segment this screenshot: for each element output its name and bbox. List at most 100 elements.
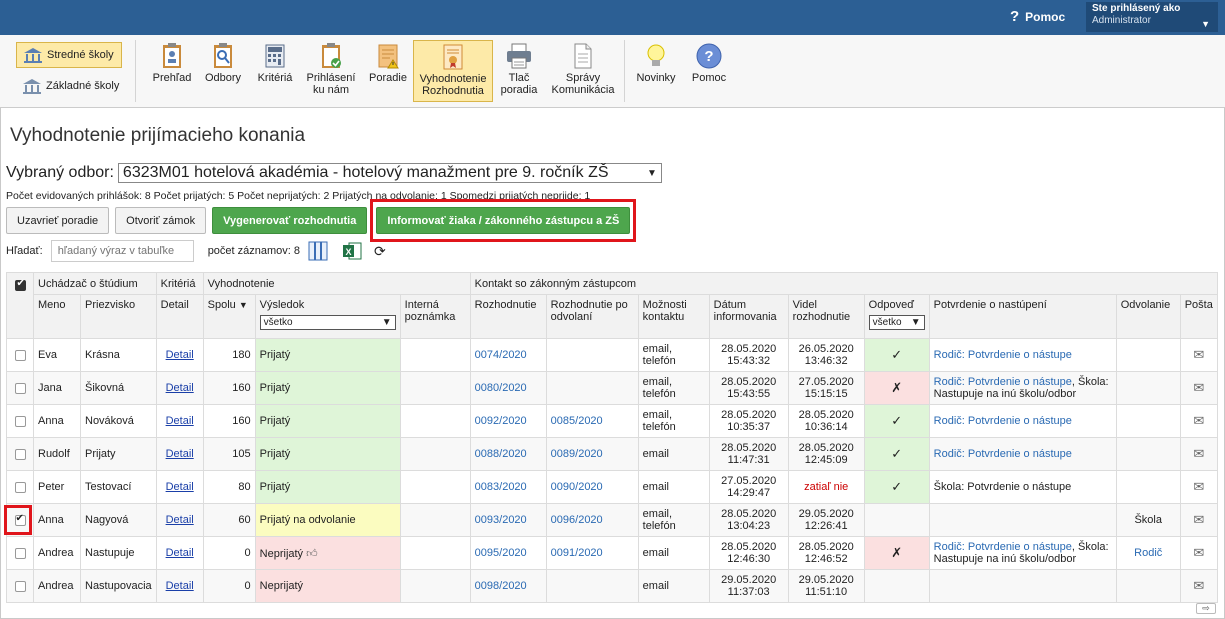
field-select[interactable]: 6323M01 hotelová akadémia - hotelový man…	[117, 163, 662, 183]
toolbar-fields[interactable]: Odbory	[200, 40, 246, 102]
appeal-decision-link[interactable]: 0085/2020	[551, 415, 603, 427]
cell-interna[interactable]	[399, 404, 471, 438]
cell-potvrdenie	[928, 569, 1117, 603]
toolbar-print[interactable]: Tlač poradia	[497, 40, 541, 102]
scroll-right-icon[interactable]: ⇨	[1196, 603, 1216, 614]
decision-link[interactable]: 0074/2020	[475, 349, 527, 361]
response-filter-select[interactable]: všetko ▼	[868, 315, 925, 330]
decision-link[interactable]: 0088/2020	[475, 448, 527, 460]
toolbar-messages[interactable]: Správy Komunikácia	[547, 40, 619, 102]
help-link[interactable]: ? Pomoc	[1010, 8, 1065, 25]
envelope-icon[interactable]: ✉	[1193, 413, 1204, 428]
confirmation-link[interactable]: Rodič: Potvrdenie o nástupe	[934, 349, 1072, 361]
columns-toggle-icon[interactable]	[308, 241, 328, 261]
decision-link[interactable]: 0093/2020	[475, 514, 527, 526]
col-datum[interactable]: Dátum informovania	[708, 294, 789, 339]
col-vysledok[interactable]: Výsledok všetko ▼	[254, 294, 401, 339]
decision-link[interactable]: 0098/2020	[475, 580, 527, 592]
chevron-down-icon: ▼	[910, 317, 921, 328]
appeal-decision-link[interactable]: 0091/2020	[551, 547, 603, 559]
toolbar-applied[interactable]: Prihlásení ku nám	[302, 40, 360, 102]
toolbar-ranking[interactable]: Poradie	[365, 40, 411, 102]
row-checkbox[interactable]	[14, 580, 26, 592]
primary-schools-button[interactable]: Základné školy	[16, 73, 122, 99]
toolbar-overview[interactable]: Prehľad	[148, 40, 196, 102]
appeal-decision-link[interactable]: 0089/2020	[551, 448, 603, 460]
cell-priezvisko: Šikovná	[80, 371, 157, 405]
search-input[interactable]	[50, 240, 194, 262]
envelope-icon[interactable]: ✉	[1193, 446, 1204, 461]
col-odvolanie[interactable]: Odvolanie	[1115, 294, 1181, 339]
confirmation-link[interactable]: Rodič: Potvrdenie o nástupe	[934, 541, 1072, 553]
cell-meno: Jana	[33, 371, 81, 405]
cell-datum: 27.05.2020 14:29:47	[708, 470, 789, 504]
decision-link[interactable]: 0080/2020	[475, 382, 527, 394]
user-menu[interactable]: Ste prihlásený ako Administrator ▼	[1086, 2, 1218, 32]
col-posta[interactable]: Pošta	[1179, 294, 1219, 339]
toolbar-news[interactable]: Novinky	[632, 40, 680, 102]
toolbar-help[interactable]: ? Pomoc	[686, 40, 732, 102]
col-spolu[interactable]: Spolu ▼	[202, 294, 256, 339]
col-rozhodnutie-odvolanie[interactable]: Rozhodnutie po odvolaní	[545, 294, 639, 339]
detail-link[interactable]: Detail	[166, 448, 194, 460]
cell-interna[interactable]	[399, 536, 471, 570]
response-filter-value: všetko	[872, 317, 902, 328]
select-all-checkbox[interactable]	[14, 278, 26, 291]
chevron-down-icon: ▼	[647, 167, 657, 179]
appeal-text[interactable]: Rodič	[1134, 547, 1162, 559]
confirmation-link[interactable]: Rodič: Potvrdenie o nástupe	[934, 415, 1072, 427]
cell-interna[interactable]	[399, 503, 471, 537]
row-checkbox[interactable]	[14, 481, 26, 493]
decision-link[interactable]: 0095/2020	[475, 547, 527, 559]
result-filter-select[interactable]: všetko ▼	[259, 315, 396, 330]
col-rozhodnutie[interactable]: Rozhodnutie	[469, 294, 547, 339]
cell-interna[interactable]	[399, 371, 471, 405]
row-checkbox[interactable]	[14, 448, 26, 460]
col-priezvisko[interactable]: Priezvisko	[80, 294, 157, 339]
search-label: Hľadať:	[6, 245, 43, 257]
envelope-icon[interactable]: ✉	[1193, 512, 1204, 527]
envelope-icon[interactable]: ✉	[1193, 545, 1204, 560]
envelope-icon[interactable]: ✉	[1193, 578, 1204, 593]
confirmation-link[interactable]: Rodič: Potvrdenie o nástupe	[934, 376, 1072, 388]
detail-link[interactable]: Detail	[166, 547, 194, 559]
detail-link[interactable]: Detail	[166, 349, 194, 361]
detail-link[interactable]: Detail	[166, 481, 194, 493]
col-potvrdenie[interactable]: Potvrdenie o nastúpení	[928, 294, 1117, 339]
excel-export-icon[interactable]: X	[342, 241, 362, 261]
cell-interna[interactable]	[399, 338, 471, 372]
inform-student-button[interactable]: Informovať žiaka / zákonného zástupcu a …	[376, 207, 631, 234]
cell-interna[interactable]	[399, 569, 471, 603]
generate-decisions-button[interactable]: Vygenerovať rozhodnutia	[212, 207, 368, 234]
toolbar-criteria[interactable]: Kritériá	[252, 40, 298, 102]
col-odpoved[interactable]: Odpoveď všetko ▼	[863, 294, 930, 339]
detail-link[interactable]: Detail	[166, 580, 194, 592]
appeal-decision-link[interactable]: 0096/2020	[551, 514, 603, 526]
row-checkbox[interactable]	[14, 349, 26, 361]
close-ranking-button[interactable]: Uzavrieť poradie	[6, 207, 110, 234]
secondary-schools-button[interactable]: Stredné školy	[16, 42, 122, 68]
envelope-icon[interactable]: ✉	[1193, 380, 1204, 395]
col-meno[interactable]: Meno	[33, 294, 81, 339]
col-interna[interactable]: Interná poznámka	[399, 294, 471, 339]
cell-interna[interactable]	[399, 470, 471, 504]
toolbar-evaluation[interactable]: Vyhodnotenie Rozhodnutia	[413, 40, 493, 102]
decision-link[interactable]: 0092/2020	[475, 415, 527, 427]
detail-link[interactable]: Detail	[166, 415, 194, 427]
row-checkbox[interactable]	[14, 382, 26, 394]
col-moznosti[interactable]: Možnosti kontaktu	[637, 294, 710, 339]
decision-link[interactable]: 0083/2020	[475, 481, 527, 493]
row-checkbox[interactable]	[14, 415, 26, 427]
envelope-icon[interactable]: ✉	[1193, 347, 1204, 362]
appeal-decision-link[interactable]: 0090/2020	[551, 481, 603, 493]
refresh-icon[interactable]: ⟳	[374, 243, 386, 260]
cell-interna[interactable]	[399, 437, 471, 471]
detail-link[interactable]: Detail	[166, 382, 194, 394]
col-videl[interactable]: Videl rozhodnutie	[787, 294, 865, 339]
envelope-icon[interactable]: ✉	[1193, 479, 1204, 494]
col-detail[interactable]: Detail	[155, 294, 204, 339]
row-checkbox[interactable]	[14, 547, 26, 559]
open-lock-button[interactable]: Otvoriť zámok	[115, 207, 207, 234]
confirmation-link[interactable]: Rodič: Potvrdenie o nástupe	[934, 448, 1072, 460]
detail-link[interactable]: Detail	[166, 514, 194, 526]
